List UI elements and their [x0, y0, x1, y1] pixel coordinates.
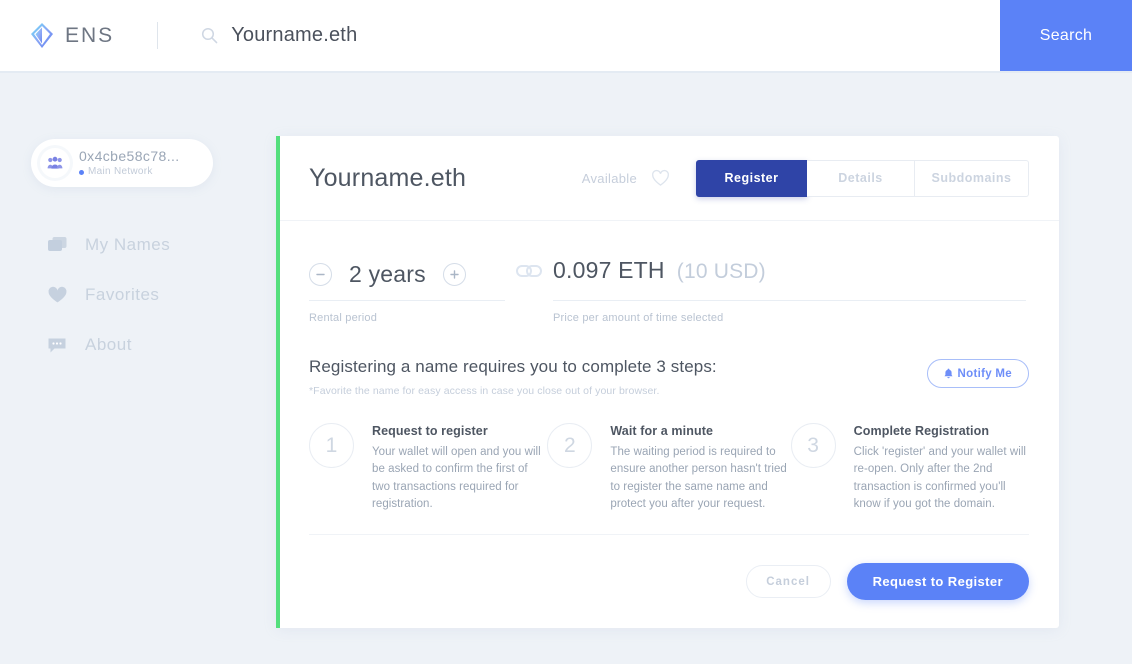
group-avatar-icon [47, 156, 63, 169]
rental-stepper: 2 years [309, 257, 505, 291]
step-number: 1 [309, 423, 354, 468]
bell-icon [944, 368, 953, 379]
network-status-dot [79, 169, 84, 175]
heart-icon [48, 286, 67, 303]
search-button[interactable]: Search [1000, 0, 1132, 71]
step-title: Wait for a minute [610, 424, 714, 438]
status-badge: Available [581, 170, 637, 186]
step-description: Click 'register' and your wallet will re… [853, 446, 1027, 511]
price-label: Price per amount of time selected [553, 312, 724, 324]
steps-intro-note: *Favorite the name for easy access in ca… [309, 385, 660, 397]
account-pill[interactable]: 0x4cbe58c78... Main Network [31, 139, 213, 187]
card-footer: Cancel Request to Register [309, 534, 1029, 628]
step-body: Wait for a minute The waiting period is … [610, 423, 790, 514]
search-area [158, 0, 1000, 71]
step-title: Request to register [372, 424, 488, 438]
tab-register[interactable]: Register [696, 159, 807, 197]
chat-bubble-icon [48, 338, 66, 353]
sidebar-item-label: My Names [85, 235, 171, 254]
price-line: 0.097 ETH (10 USD) [553, 257, 1026, 291]
steps-intro-text: Registering a name requires you to compl… [309, 357, 717, 397]
request-to-register-button[interactable]: Request to Register [846, 563, 1029, 600]
page-title: Yourname.eth [309, 163, 467, 192]
card-header-right: Available Register Details Subdomains [581, 159, 1029, 197]
sidebar-item-my-names[interactable]: My Names [47, 233, 170, 257]
brand[interactable]: ENS [0, 0, 114, 71]
account-text: 0x4cbe58c78... Main Network [79, 149, 180, 177]
cards-icon [48, 237, 67, 251]
card-header: Yourname.eth Available Register Details … [276, 136, 1059, 221]
price-usd: (10 USD) [676, 260, 766, 283]
rental-period-field: 2 years Rental period [309, 257, 505, 324]
step-number: 2 [547, 423, 593, 468]
rental-period-value: 2 years [349, 260, 426, 287]
price-eth: 0.097 ETH [553, 257, 665, 283]
search-icon [202, 27, 218, 44]
heart-outline-icon[interactable] [651, 169, 670, 187]
rental-underline [309, 300, 505, 301]
step-item: 1 Request to register Your wallet will o… [309, 423, 547, 514]
step-number: 3 [790, 423, 836, 468]
search-input[interactable] [231, 24, 752, 47]
link-icon-wrap [505, 257, 553, 324]
price-row: 2 years Rental period 0.097 ETH (10 USD)… [276, 221, 1059, 324]
decrement-years-button[interactable] [309, 262, 332, 286]
account-address: 0x4cbe58c78... [79, 148, 180, 164]
network-label: Main Network [88, 166, 153, 177]
step-title: Complete Registration [853, 424, 990, 438]
sidebar-item-label: Favorites [85, 285, 160, 304]
card-tabs: Register Details Subdomains [696, 159, 1029, 197]
price-field: 0.097 ETH (10 USD) Price per amount of t… [553, 257, 1026, 324]
sidebar: 0x4cbe58c78... Main Network My Names Fav… [0, 73, 268, 664]
price-underline [553, 300, 1026, 301]
sidebar-item-label: About [85, 335, 132, 354]
notify-me-button[interactable]: Notify Me [926, 359, 1029, 388]
rental-period-label: Rental period [309, 312, 378, 324]
step-body: Complete Registration Click 'register' a… [854, 423, 1029, 514]
register-card: Yourname.eth Available Register Details … [276, 136, 1059, 628]
step-body: Request to register Your wallet will ope… [372, 423, 547, 514]
notify-me-label: Notify Me [957, 367, 1012, 380]
cancel-button[interactable]: Cancel [745, 565, 831, 598]
account-network: Main Network [79, 167, 180, 177]
ens-diamond-logo-icon [31, 23, 53, 48]
avatar [40, 148, 70, 178]
minus-icon [316, 273, 325, 275]
steps-intro-title: Registering a name requires you to compl… [309, 357, 717, 376]
brand-name: ENS [65, 23, 115, 47]
card-accent-bar [276, 136, 280, 628]
step-description: Your wallet will open and you will be as… [372, 446, 541, 511]
sidebar-nav: My Names Favorites About [47, 233, 170, 383]
plus-icon [450, 269, 459, 279]
tab-subdomains[interactable]: Subdomains [915, 159, 1029, 197]
chain-link-icon [516, 265, 542, 277]
increment-years-button[interactable] [442, 262, 466, 286]
sidebar-item-about[interactable]: About [47, 333, 170, 357]
sidebar-item-favorites[interactable]: Favorites [47, 283, 170, 307]
top-bar: ENS Search [0, 0, 1132, 71]
steps-list: 1 Request to register Your wallet will o… [276, 397, 1059, 514]
steps-intro: Registering a name requires you to compl… [276, 324, 1059, 397]
step-description: The waiting period is required to ensure… [610, 446, 787, 511]
step-item: 3 Complete Registration Click 'register'… [790, 423, 1029, 514]
tab-details[interactable]: Details [807, 159, 915, 197]
step-item: 2 Wait for a minute The waiting period i… [547, 423, 790, 514]
